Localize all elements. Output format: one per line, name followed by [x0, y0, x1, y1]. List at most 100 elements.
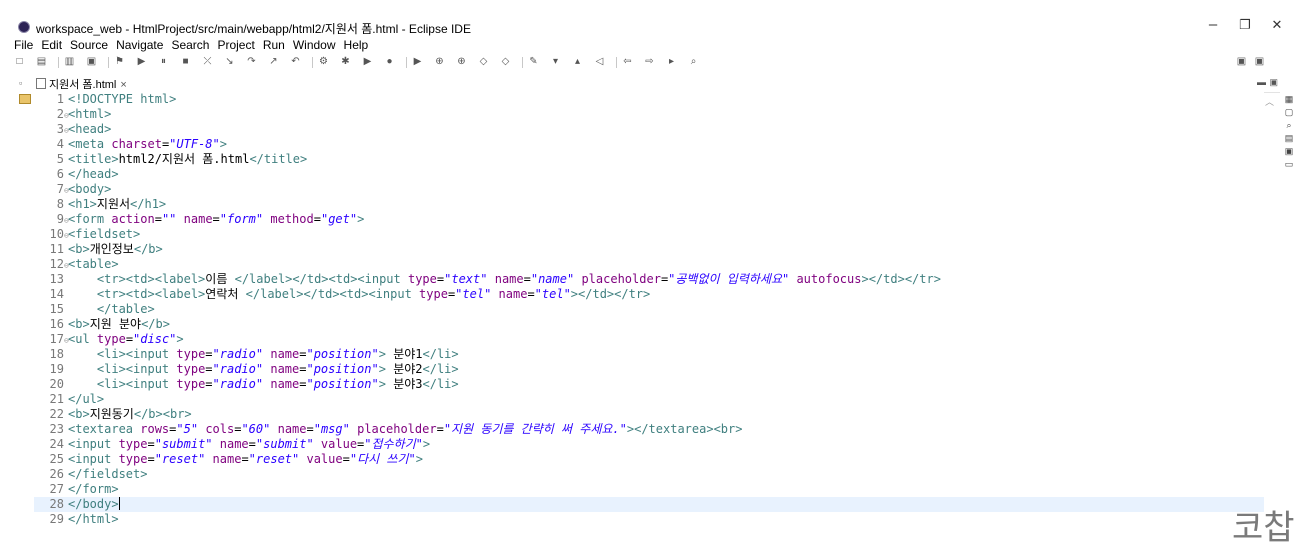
- code-line[interactable]: 3⊖<head>: [34, 122, 1264, 137]
- save-all-icon[interactable]: ▥: [64, 56, 75, 67]
- code-line[interactable]: 8 <h1>지원서</h1>: [34, 197, 1264, 212]
- menu-source[interactable]: Source: [70, 38, 108, 52]
- tab-지원서-폼-html[interactable]: 지원서 폼.html ×: [36, 76, 127, 91]
- code-line[interactable]: 7⊖<body>: [34, 182, 1264, 197]
- close-button[interactable]: ✕: [1262, 14, 1292, 36]
- code-line[interactable]: 20 <li><input type="radio" name="positio…: [34, 377, 1264, 392]
- html-file-icon: [36, 78, 46, 89]
- task-list-icon[interactable]: ▢: [1284, 107, 1294, 117]
- forward-icon[interactable]: ⇨: [644, 56, 655, 67]
- code-line[interactable]: 10⊖<fieldset>: [34, 227, 1264, 242]
- console-icon[interactable]: ▣: [86, 56, 97, 67]
- restore-icon[interactable]: ▫: [19, 78, 22, 88]
- code-line[interactable]: 6 </head>: [34, 167, 1264, 182]
- code-line[interactable]: 16 <b>지원 분야</b>: [34, 317, 1264, 332]
- menu-edit[interactable]: Edit: [41, 38, 62, 52]
- perspective-icon[interactable]: ▣: [1236, 56, 1247, 67]
- overview-ruler[interactable]: [1298, 92, 1302, 540]
- code-line[interactable]: 11 <b>개인정보</b>: [34, 242, 1264, 257]
- code-line[interactable]: 28 </body>: [34, 497, 1264, 512]
- scroll-up-icon[interactable]: ︿: [1265, 95, 1274, 108]
- code-line[interactable]: 5 <title>html2/지원서 폼.html</title>: [34, 152, 1264, 167]
- code-token: "text": [444, 272, 488, 286]
- editor-scrollbar[interactable]: ︿: [1264, 92, 1278, 540]
- menu-file[interactable]: File: [14, 38, 33, 52]
- external-tools-icon[interactable]: ▶: [412, 56, 423, 67]
- code-line[interactable]: 25 <input type="reset" name="reset" value…: [34, 452, 1264, 467]
- code-line[interactable]: 29 </html>: [34, 512, 1264, 527]
- code-line[interactable]: 4 <meta charset="UTF-8">: [34, 137, 1264, 152]
- step-over-icon[interactable]: ↷: [246, 56, 257, 67]
- code-line[interactable]: 2⊖<html>: [34, 107, 1264, 122]
- drop-to-frame-icon[interactable]: ↶: [290, 56, 301, 67]
- menu-project[interactable]: Project: [217, 38, 254, 52]
- previous-annotation-icon[interactable]: ▴: [572, 56, 583, 67]
- run-icon[interactable]: ▶: [362, 56, 373, 67]
- code-line[interactable]: 1 <!DOCTYPE html>: [34, 92, 1264, 107]
- code-token: </title>: [249, 152, 308, 166]
- save-icon[interactable]: ▤: [36, 56, 47, 67]
- new-java-project-icon[interactable]: ⊕: [456, 56, 467, 67]
- code-line[interactable]: 9⊖<form action="" name="form" method="ge…: [34, 212, 1264, 227]
- tab-close-icon[interactable]: ×: [120, 79, 126, 91]
- code-line[interactable]: 24 <input type="submit" name="submit" val…: [34, 437, 1264, 452]
- open-task-icon[interactable]: ◇: [500, 56, 511, 67]
- line-number: 11: [49, 242, 64, 256]
- open-type-icon[interactable]: ◇: [478, 56, 489, 67]
- console-view-icon[interactable]: ▭: [1284, 159, 1294, 169]
- java-ee-perspective-icon[interactable]: ▣: [1254, 56, 1265, 67]
- code-line[interactable]: 19 <li><input type="radio" name="positio…: [34, 362, 1264, 377]
- new-server-icon[interactable]: ⊕: [434, 56, 445, 67]
- project-explorer-icon[interactable]: [19, 94, 31, 104]
- debug-icon[interactable]: ✱: [340, 56, 351, 67]
- code-line[interactable]: 27 </form>: [34, 482, 1264, 497]
- menu-navigate[interactable]: Navigate: [116, 38, 163, 52]
- palette-icon[interactable]: ▤: [1284, 133, 1294, 143]
- coverage-icon[interactable]: ●: [384, 56, 395, 67]
- code-line[interactable]: 18 <li><input type="radio" name="positio…: [34, 347, 1264, 362]
- code-line[interactable]: 21 </ul>: [34, 392, 1264, 407]
- suspend-icon[interactable]: ⏸: [158, 56, 169, 67]
- maximize-editor-icon[interactable]: ▣: [1269, 77, 1278, 88]
- step-into-icon[interactable]: ↘: [224, 56, 235, 67]
- menu-run[interactable]: Run: [263, 38, 285, 52]
- minimize-button[interactable]: –: [1198, 14, 1228, 36]
- code-line[interactable]: 15 </table>: [34, 302, 1264, 317]
- watermark: 코찹: [1232, 508, 1295, 548]
- tab-label: 지원서 폼.html: [49, 79, 117, 91]
- minimize-editor-icon[interactable]: ▬: [1257, 77, 1266, 87]
- maximize-button[interactable]: ❐: [1230, 14, 1260, 36]
- search-access-icon[interactable]: ⌕: [688, 56, 699, 67]
- code-line[interactable]: 22 <b>지원동기</b><br>: [34, 407, 1264, 422]
- skip-breakpoints-icon[interactable]: ⚑: [114, 56, 125, 67]
- menu-help[interactable]: Help: [344, 38, 369, 52]
- use-step-filters-icon[interactable]: ⚙: [318, 56, 329, 67]
- resume-icon[interactable]: ▶: [136, 56, 147, 67]
- disconnect-icon[interactable]: ⤫: [202, 56, 213, 67]
- code-token: "name": [530, 272, 575, 286]
- code-line[interactable]: 12⊖<table>: [34, 257, 1264, 272]
- next-annotation-icon[interactable]: ▾: [550, 56, 561, 67]
- code-line[interactable]: 17⊖<ul type="disc">: [34, 332, 1264, 347]
- code-line[interactable]: 26 </fieldset>: [34, 467, 1264, 482]
- menu-search[interactable]: Search: [171, 38, 209, 52]
- code-token: </li>: [422, 362, 459, 376]
- step-return-icon[interactable]: ↗: [268, 56, 279, 67]
- code-line[interactable]: 13 <tr><td><label>이름 </label></td><td><i…: [34, 272, 1264, 287]
- right-trim: ▦ ▢ ⌕ ▤ ▣ ▭: [1280, 74, 1298, 184]
- search-icon[interactable]: ✎: [528, 56, 539, 67]
- outline-icon[interactable]: ▦: [1284, 94, 1294, 104]
- new-icon[interactable]: □: [14, 56, 25, 67]
- code-line[interactable]: 14 <tr><td><label>연락처 </label></td><td><…: [34, 287, 1264, 302]
- line-number: 16: [49, 317, 64, 331]
- code-editor[interactable]: 1 <!DOCTYPE html> 2⊖<html> 3⊖<head> 4 <meta c…: [34, 92, 1264, 540]
- last-edit-location-icon[interactable]: ◁: [594, 56, 605, 67]
- pin-editor-icon[interactable]: ▸: [666, 56, 677, 67]
- code-line[interactable]: 23 <textarea rows="5" cols="60" name="msg…: [34, 422, 1264, 437]
- back-icon[interactable]: ⇦: [622, 56, 633, 67]
- menu-window[interactable]: Window: [293, 38, 336, 52]
- search-view-icon[interactable]: ⌕: [1284, 120, 1294, 130]
- servers-icon[interactable]: ▣: [1284, 146, 1294, 156]
- terminate-icon[interactable]: ■: [180, 56, 191, 67]
